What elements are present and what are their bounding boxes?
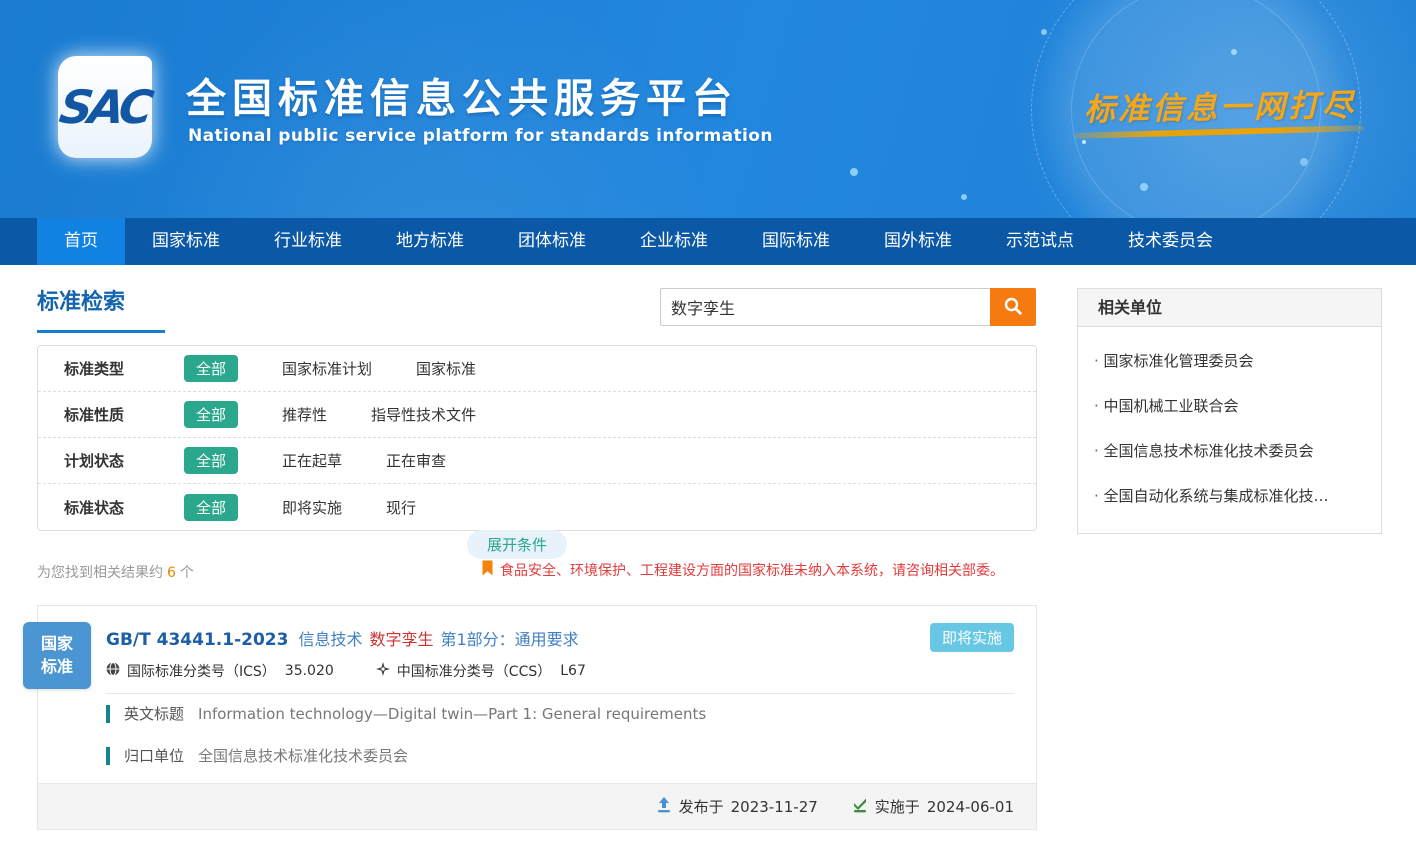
standard-type-badge[interactable]: 国家 标准 bbox=[23, 622, 91, 689]
nav-tab-local-standards[interactable]: 地方标准 bbox=[369, 218, 491, 265]
nav-tab-international-standards[interactable]: 国际标准 bbox=[735, 218, 857, 265]
site-subtitle: National public service platform for sta… bbox=[188, 126, 773, 146]
filter-option[interactable]: 国家标准 bbox=[416, 358, 476, 379]
attr-accent-bar bbox=[106, 747, 110, 765]
nav-tab-enterprise-standards[interactable]: 企业标准 bbox=[613, 218, 735, 265]
check-icon bbox=[852, 797, 868, 817]
standard-title-highlight: 数字孪生 bbox=[369, 630, 433, 649]
ics-value: 35.020 bbox=[285, 663, 334, 679]
site-slogan: 标准信息一网打尽 bbox=[1084, 80, 1357, 130]
filter-all-badge[interactable]: 全部 bbox=[184, 494, 238, 521]
search-button[interactable] bbox=[990, 288, 1036, 326]
badge-line1: 国家 bbox=[23, 632, 91, 655]
site-title: 全国标准信息公共服务平台 bbox=[186, 66, 738, 124]
related-units-panel: 相关单位 国家标准化管理委员会 中国机械工业联合会 全国信息技术标准化技术委员会… bbox=[1077, 288, 1382, 534]
filter-option[interactable]: 即将实施 bbox=[282, 497, 342, 518]
status-badge: 即将实施 bbox=[930, 623, 1014, 652]
filter-label: 计划状态 bbox=[64, 450, 156, 471]
nav-tab-pilot[interactable]: 示范试点 bbox=[979, 218, 1101, 265]
section-title-underline bbox=[37, 330, 165, 333]
summary-count: 6 bbox=[167, 565, 176, 581]
nav-tab-technical-committee[interactable]: 技术委员会 bbox=[1101, 218, 1240, 265]
filter-option[interactable]: 正在审查 bbox=[386, 450, 446, 471]
related-unit-link[interactable]: 全国信息技术标准化技术委员会 bbox=[1094, 429, 1365, 474]
filter-option[interactable]: 正在起草 bbox=[282, 450, 342, 471]
globe-icon bbox=[106, 662, 120, 680]
standard-code: GB/T 43441.1-2023 bbox=[106, 630, 288, 650]
standard-result-card: 国家 标准 GB/T 43441.1-2023信息技术数字孪生第1部分：通用要求… bbox=[37, 605, 1037, 830]
published-label: 发布于 bbox=[679, 796, 724, 817]
sac-logo-text: SAC bbox=[57, 80, 154, 134]
section-title: 标准检索 bbox=[37, 284, 125, 316]
nav-tab-industry-standards[interactable]: 行业标准 bbox=[247, 218, 369, 265]
nav-tab-national-standards[interactable]: 国家标准 bbox=[125, 218, 247, 265]
standard-title-link[interactable]: GB/T 43441.1-2023 信息技术数字孪生第1部分：通用要求 bbox=[106, 626, 579, 650]
upload-icon bbox=[656, 797, 672, 817]
published-date: 2023-11-27 bbox=[731, 798, 818, 816]
search-input[interactable] bbox=[660, 288, 990, 326]
attr-label: 归口单位 bbox=[124, 745, 184, 766]
related-unit-link[interactable]: 全国自动化系统与集成标准化技… bbox=[1094, 474, 1365, 519]
implemented-label: 实施于 bbox=[875, 796, 920, 817]
classification-meta: 国际标准分类号（ICS） 35.020 中国标准分类号（CCS） L67 bbox=[106, 661, 586, 681]
filter-row-standard-status: 标准状态 全部 即将实施 现行 bbox=[38, 484, 1036, 530]
attr-accent-bar bbox=[106, 705, 110, 723]
compass-icon bbox=[376, 662, 390, 680]
search-icon bbox=[1003, 296, 1023, 319]
filter-all-badge[interactable]: 全部 bbox=[184, 447, 238, 474]
sparkle-dots bbox=[1082, 140, 1086, 144]
site-header: SAC 全国标准信息公共服务平台 National public service… bbox=[0, 0, 1416, 218]
related-units-list: 国家标准化管理委员会 中国机械工业联合会 全国信息技术标准化技术委员会 全国自动… bbox=[1078, 327, 1381, 533]
ics-label: 国际标准分类号（ICS） bbox=[127, 661, 276, 681]
attr-value: 全国信息技术标准化技术委员会 bbox=[198, 745, 408, 766]
ccs-value: L67 bbox=[560, 663, 586, 679]
nav-tab-foreign-standards[interactable]: 国外标准 bbox=[857, 218, 979, 265]
related-unit-link[interactable]: 中国机械工业联合会 bbox=[1094, 384, 1365, 429]
attr-row-committee: 归口单位 全国信息技术标准化技术委员会 bbox=[106, 745, 408, 766]
filter-label: 标准性质 bbox=[64, 404, 156, 425]
system-notice: 食品安全、环境保护、工程建设方面的国家标准未纳入本系统，请咨询相关部委。 bbox=[482, 560, 1004, 580]
summary-prefix: 为您找到相关结果约 bbox=[37, 565, 163, 581]
filter-all-badge[interactable]: 全部 bbox=[184, 355, 238, 382]
filter-row-plan-status: 计划状态 全部 正在起草 正在审查 bbox=[38, 438, 1036, 484]
nav-tab-group-standards[interactable]: 团体标准 bbox=[491, 218, 613, 265]
filter-option[interactable]: 国家标准计划 bbox=[282, 358, 372, 379]
filter-row-standard-type: 标准类型 全部 国家标准计划 国家标准 bbox=[38, 346, 1036, 392]
filter-panel: 标准类型 全部 国家标准计划 国家标准 标准性质 全部 推荐性 指导性技术文件 … bbox=[37, 345, 1037, 531]
implemented-item: 实施于 2024-06-01 bbox=[852, 796, 1014, 817]
summary-suffix: 个 bbox=[180, 565, 194, 581]
attr-row-english-title: 英文标题 Information technology—Digital twin… bbox=[106, 703, 706, 724]
main-nav: 首页 国家标准 行业标准 地方标准 团体标准 企业标准 国际标准 国外标准 示范… bbox=[0, 218, 1416, 265]
related-unit-link[interactable]: 国家标准化管理委员会 bbox=[1094, 339, 1365, 384]
sac-logo: SAC bbox=[58, 56, 152, 158]
bookmark-icon bbox=[482, 560, 493, 580]
page: SAC 全国标准信息公共服务平台 National public service… bbox=[0, 0, 1416, 845]
filter-label: 标准状态 bbox=[64, 497, 156, 518]
filter-all-badge[interactable]: 全部 bbox=[184, 401, 238, 428]
filter-label: 标准类型 bbox=[64, 358, 156, 379]
filter-option[interactable]: 指导性技术文件 bbox=[371, 404, 476, 425]
standard-title-part1: 信息技术 bbox=[298, 630, 362, 649]
card-separator bbox=[106, 693, 1014, 694]
nav-tab-home[interactable]: 首页 bbox=[37, 218, 125, 265]
related-units-title: 相关单位 bbox=[1078, 289, 1381, 327]
implemented-date: 2024-06-01 bbox=[927, 798, 1014, 816]
attr-value: Information technology—Digital twin—Part… bbox=[198, 705, 706, 723]
badge-line2: 标准 bbox=[23, 655, 91, 678]
filter-option[interactable]: 现行 bbox=[386, 497, 416, 518]
expand-conditions-button[interactable]: 展开条件 bbox=[467, 530, 567, 559]
filter-option[interactable]: 推荐性 bbox=[282, 404, 327, 425]
ics-group: 国际标准分类号（ICS） 35.020 bbox=[106, 661, 334, 681]
filter-row-standard-nature: 标准性质 全部 推荐性 指导性技术文件 bbox=[38, 392, 1036, 438]
ccs-label: 中国标准分类号（CCS） bbox=[397, 661, 551, 681]
search-box bbox=[660, 288, 1036, 326]
published-item: 发布于 2023-11-27 bbox=[656, 796, 818, 817]
card-footer: 发布于 2023-11-27 实施于 2024-06-01 bbox=[38, 783, 1036, 829]
ccs-group: 中国标准分类号（CCS） L67 bbox=[376, 661, 586, 681]
result-summary: 为您找到相关结果约6个 bbox=[37, 562, 194, 582]
notice-text: 食品安全、环境保护、工程建设方面的国家标准未纳入本系统，请咨询相关部委。 bbox=[500, 560, 1004, 580]
standard-title-part2: 第1部分：通用要求 bbox=[440, 630, 578, 649]
attr-label: 英文标题 bbox=[124, 703, 184, 724]
